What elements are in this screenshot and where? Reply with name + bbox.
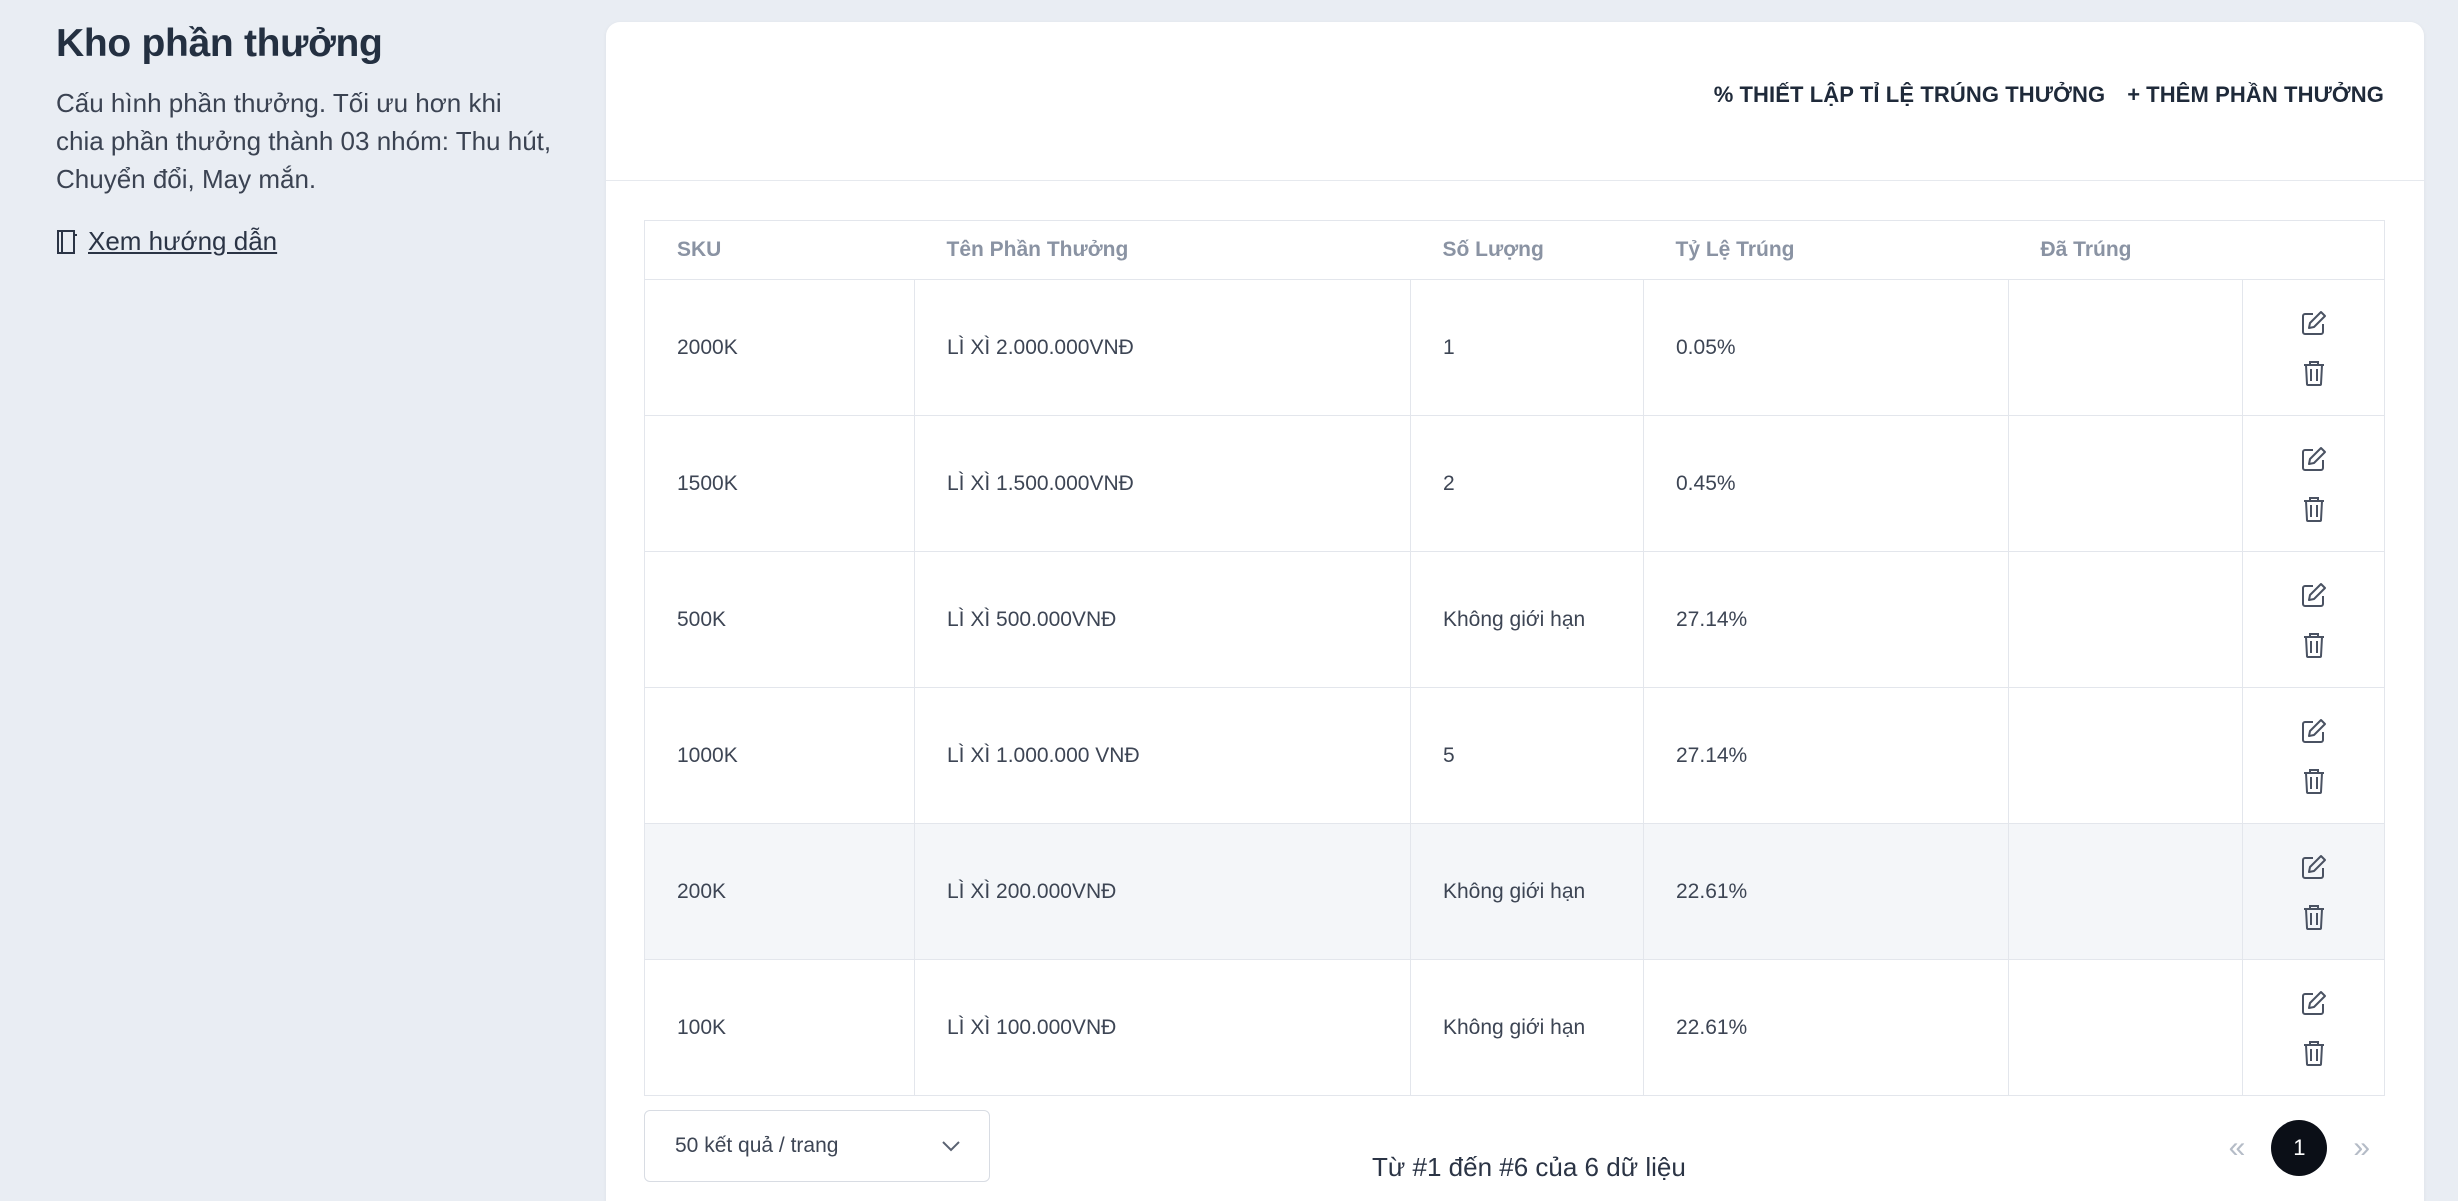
cell-sku: 1000K: [644, 687, 915, 824]
table-row: 2000K LÌ XÌ 2.000.000VNĐ 1 0.05%: [644, 279, 2385, 416]
pagination: « 1 »: [2229, 1120, 2370, 1176]
rewards-table-wrapper: SKU Tên Phần Thưởng Số Lượng Tỷ Lệ Trúng…: [644, 220, 2385, 1096]
edit-icon[interactable]: [2300, 853, 2328, 881]
table-row: 500K LÌ XÌ 500.000VNĐ Không giới hạn 27.…: [644, 551, 2385, 688]
trash-icon[interactable]: [2302, 631, 2326, 659]
prev-page-button[interactable]: «: [2229, 1131, 2246, 1165]
cell-actions: [2242, 687, 2385, 824]
cell-name: LÌ XÌ 500.000VNĐ: [914, 551, 1411, 688]
column-header-win-rate: Tỷ Lệ Trúng: [1643, 220, 2009, 280]
cell-quantity: Không giới hạn: [1410, 823, 1644, 960]
cell-actions: [2242, 279, 2385, 416]
trash-icon[interactable]: [2302, 903, 2326, 931]
chevron-down-icon: [942, 1141, 960, 1152]
add-reward-label: THÊM PHẦN THƯỞNG: [2146, 82, 2384, 107]
cell-quantity: Không giới hạn: [1410, 959, 1644, 1096]
toolbar: % THIẾT LẬP TỈ LỆ TRÚNG THƯỞNG + THÊM PH…: [1714, 82, 2384, 108]
edit-icon[interactable]: [2300, 989, 2328, 1017]
cell-sku: 2000K: [644, 279, 915, 416]
cell-won: [2008, 959, 2243, 1096]
edit-icon[interactable]: [2300, 309, 2328, 337]
cell-name: LÌ XÌ 100.000VNĐ: [914, 959, 1411, 1096]
cell-win-rate: 27.14%: [1643, 687, 2009, 824]
intro-panel: Kho phần thưởng Cấu hình phần thưởng. Tố…: [56, 22, 556, 260]
cell-win-rate: 27.14%: [1643, 551, 2009, 688]
table-row: 1000K LÌ XÌ 1.000.000 VNĐ 5 27.14%: [644, 687, 2385, 824]
cell-name: LÌ XÌ 1.000.000 VNĐ: [914, 687, 1411, 824]
card-header: % THIẾT LẬP TỈ LỆ TRÚNG THƯỞNG + THÊM PH…: [606, 22, 2424, 181]
cell-name: LÌ XÌ 2.000.000VNĐ: [914, 279, 1411, 416]
next-page-button[interactable]: »: [2353, 1131, 2370, 1165]
cell-won: [2008, 279, 2243, 416]
column-header-quantity: Số Lượng: [1410, 220, 1644, 280]
table-row: 100K LÌ XÌ 100.000VNĐ Không giới hạn 22.…: [644, 959, 2385, 1096]
column-header-sku: SKU: [644, 220, 915, 280]
edit-icon[interactable]: [2300, 445, 2328, 473]
cell-sku: 200K: [644, 823, 915, 960]
cell-quantity: 1: [1410, 279, 1644, 416]
cell-won: [2008, 415, 2243, 552]
page-title: Kho phần thưởng: [56, 22, 383, 65]
per-page-select[interactable]: 50 kết quả / trang: [644, 1110, 990, 1182]
table-header-row: SKU Tên Phần Thưởng Số Lượng Tỷ Lệ Trúng…: [644, 220, 2385, 280]
cell-quantity: 2: [1410, 415, 1644, 552]
cell-quantity: 5: [1410, 687, 1644, 824]
add-reward-button[interactable]: + THÊM PHẦN THƯỞNG: [2127, 82, 2384, 108]
guide-link[interactable]: Xem hướng dẫn: [56, 226, 277, 257]
cell-won: [2008, 823, 2243, 960]
cell-actions: [2242, 823, 2385, 960]
cell-win-rate: 0.05%: [1643, 279, 2009, 416]
table-row: 200K LÌ XÌ 200.000VNĐ Không giới hạn 22.…: [644, 823, 2385, 960]
page: Kho phần thưởng Cấu hình phần thưởng. Tố…: [0, 0, 2458, 1201]
edit-icon[interactable]: [2300, 717, 2328, 745]
plus-icon: +: [2127, 82, 2141, 107]
cell-actions: [2242, 415, 2385, 552]
cell-win-rate: 0.45%: [1643, 415, 2009, 552]
cell-win-rate: 22.61%: [1643, 959, 2009, 1096]
column-header-actions: [2242, 220, 2385, 280]
page-button-1[interactable]: 1: [2271, 1120, 2328, 1176]
trash-icon[interactable]: [2302, 495, 2326, 523]
column-header-won: Đã Trúng: [2008, 220, 2243, 280]
guide-link-label: Xem hướng dẫn: [88, 226, 278, 256]
percent-icon: %: [1713, 82, 1734, 107]
cell-won: [2008, 551, 2243, 688]
book-icon: [57, 229, 77, 254]
column-header-name: Tên Phần Thưởng: [914, 220, 1411, 280]
cell-sku: 100K: [644, 959, 915, 1096]
trash-icon[interactable]: [2302, 767, 2326, 795]
page-description: Cấu hình phần thưởng. Tối ưu hơn khi chi…: [56, 88, 552, 194]
rewards-card: % THIẾT LẬP TỈ LỆ TRÚNG THƯỞNG + THÊM PH…: [606, 22, 2424, 1201]
per-page-value: 50 kết quả / trang: [675, 1134, 839, 1157]
cell-actions: [2242, 959, 2385, 1096]
trash-icon[interactable]: [2302, 359, 2326, 387]
cell-won: [2008, 687, 2243, 824]
set-win-rate-button[interactable]: % THIẾT LẬP TỈ LỆ TRÚNG THƯỞNG: [1714, 82, 2105, 108]
cell-actions: [2242, 551, 2385, 688]
edit-icon[interactable]: [2300, 581, 2328, 609]
cell-quantity: Không giới hạn: [1410, 551, 1644, 688]
table-row: 1500K LÌ XÌ 1.500.000VNĐ 2 0.45%: [644, 415, 2385, 552]
cell-name: LÌ XÌ 1.500.000VNĐ: [914, 415, 1411, 552]
cell-sku: 1500K: [644, 415, 915, 552]
cell-name: LÌ XÌ 200.000VNĐ: [914, 823, 1411, 960]
set-win-rate-label: THIẾT LẬP TỈ LỆ TRÚNG THƯỞNG: [1739, 82, 2106, 107]
cell-sku: 500K: [644, 551, 915, 688]
trash-icon[interactable]: [2302, 1039, 2326, 1067]
pagination-summary: Từ #1 đến #6 của 6 dữ liệu: [1372, 1152, 1686, 1182]
cell-win-rate: 22.61%: [1643, 823, 2009, 960]
rewards-table: SKU Tên Phần Thưởng Số Lượng Tỷ Lệ Trúng…: [644, 220, 2385, 1096]
